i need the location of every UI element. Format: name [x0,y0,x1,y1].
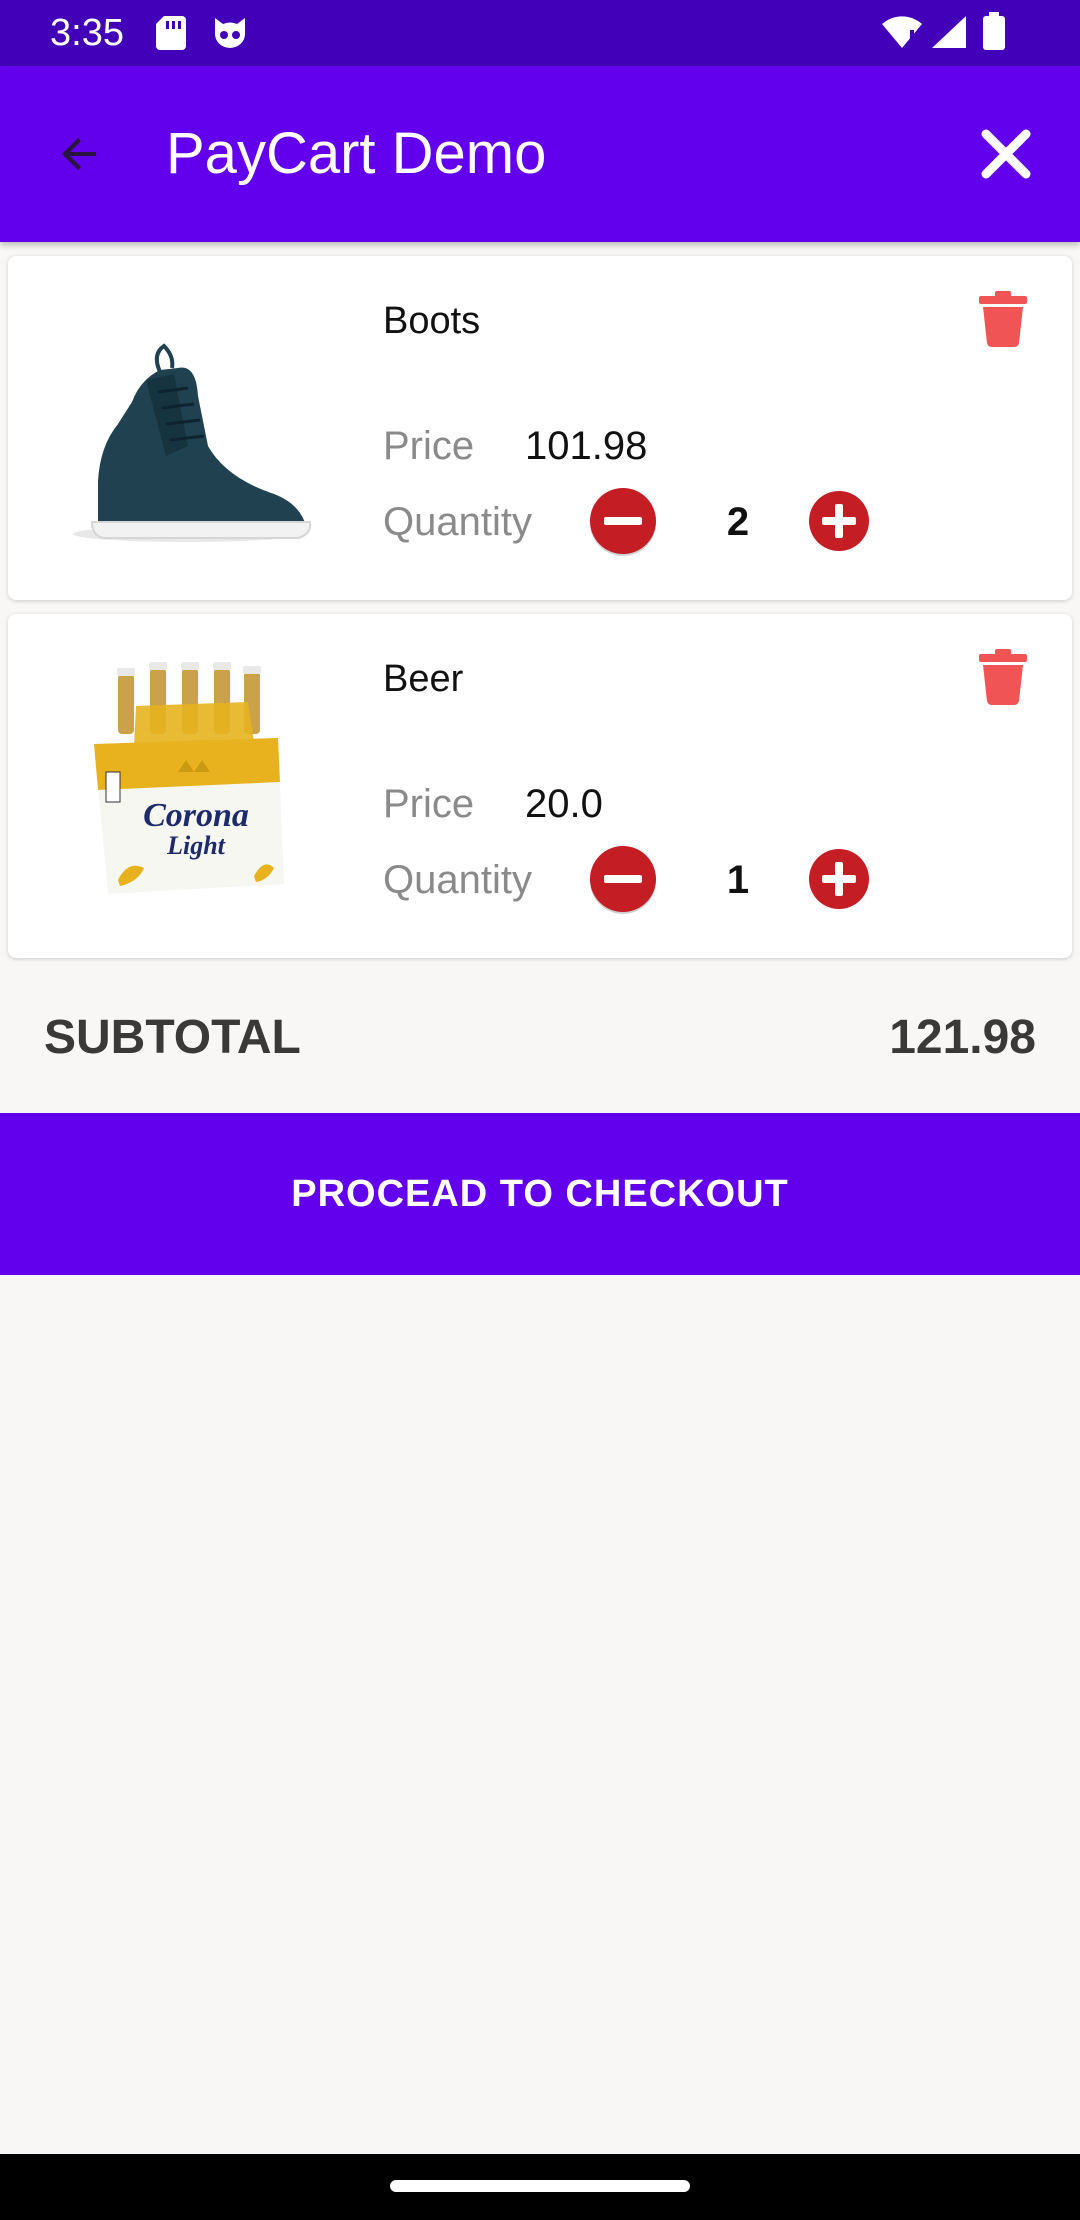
back-button[interactable] [40,114,120,194]
quantity-value: 1 [726,858,750,902]
price-label: Price [383,782,475,826]
page-title: PayCart Demo [166,121,547,186]
cat-icon [215,18,245,48]
quantity-label: Quantity [383,500,532,544]
price-value: 101.98 [525,424,648,468]
decrease-quantity-button[interactable] [588,486,658,556]
decrease-quantity-button[interactable] [588,844,658,914]
delete-item-button[interactable] [968,642,1038,712]
close-icon [981,129,1031,179]
price-label: Price [383,424,475,468]
cart-item-beer: Corona Light Beer Price 20.0 Quantity 1 [8,614,1072,958]
navigation-bar [0,2154,1080,2220]
quantity-value: 2 [726,500,750,544]
status-time: 3:35 [50,12,124,54]
status-bar: 3:35 [0,0,1080,66]
battery-icon [983,12,1005,50]
signal-icon [932,16,966,48]
corona-light-six-pack-image: Corona Light [94,662,284,894]
quantity-label: Quantity [383,858,532,902]
wifi-icon [882,16,922,48]
home-gesture-handle[interactable] [390,2180,690,2192]
increase-quantity-button[interactable] [808,490,870,552]
increase-quantity-button[interactable] [808,848,870,910]
svg-text:Light: Light [166,831,226,860]
trash-icon [979,291,1027,347]
cart-item-boots: Boots Price 101.98 Quantity 2 [8,256,1072,600]
sneaker-image [73,343,312,542]
price-value: 20.0 [525,782,603,826]
subtotal-label: SUBTOTAL [44,1011,301,1064]
subtotal-value: 121.98 [889,1011,1036,1064]
trash-icon [979,649,1027,705]
arrow-back-icon [62,138,96,170]
product-name: Boots [383,300,481,342]
product-name: Beer [383,658,464,700]
delete-item-button[interactable] [968,284,1038,354]
app-bar: PayCart Demo [0,66,1080,242]
sd-card-icon [156,16,186,50]
checkout-button[interactable]: PROCEAD TO CHECKOUT [0,1113,1080,1275]
close-button[interactable] [966,114,1046,194]
svg-text:Corona: Corona [143,797,249,834]
